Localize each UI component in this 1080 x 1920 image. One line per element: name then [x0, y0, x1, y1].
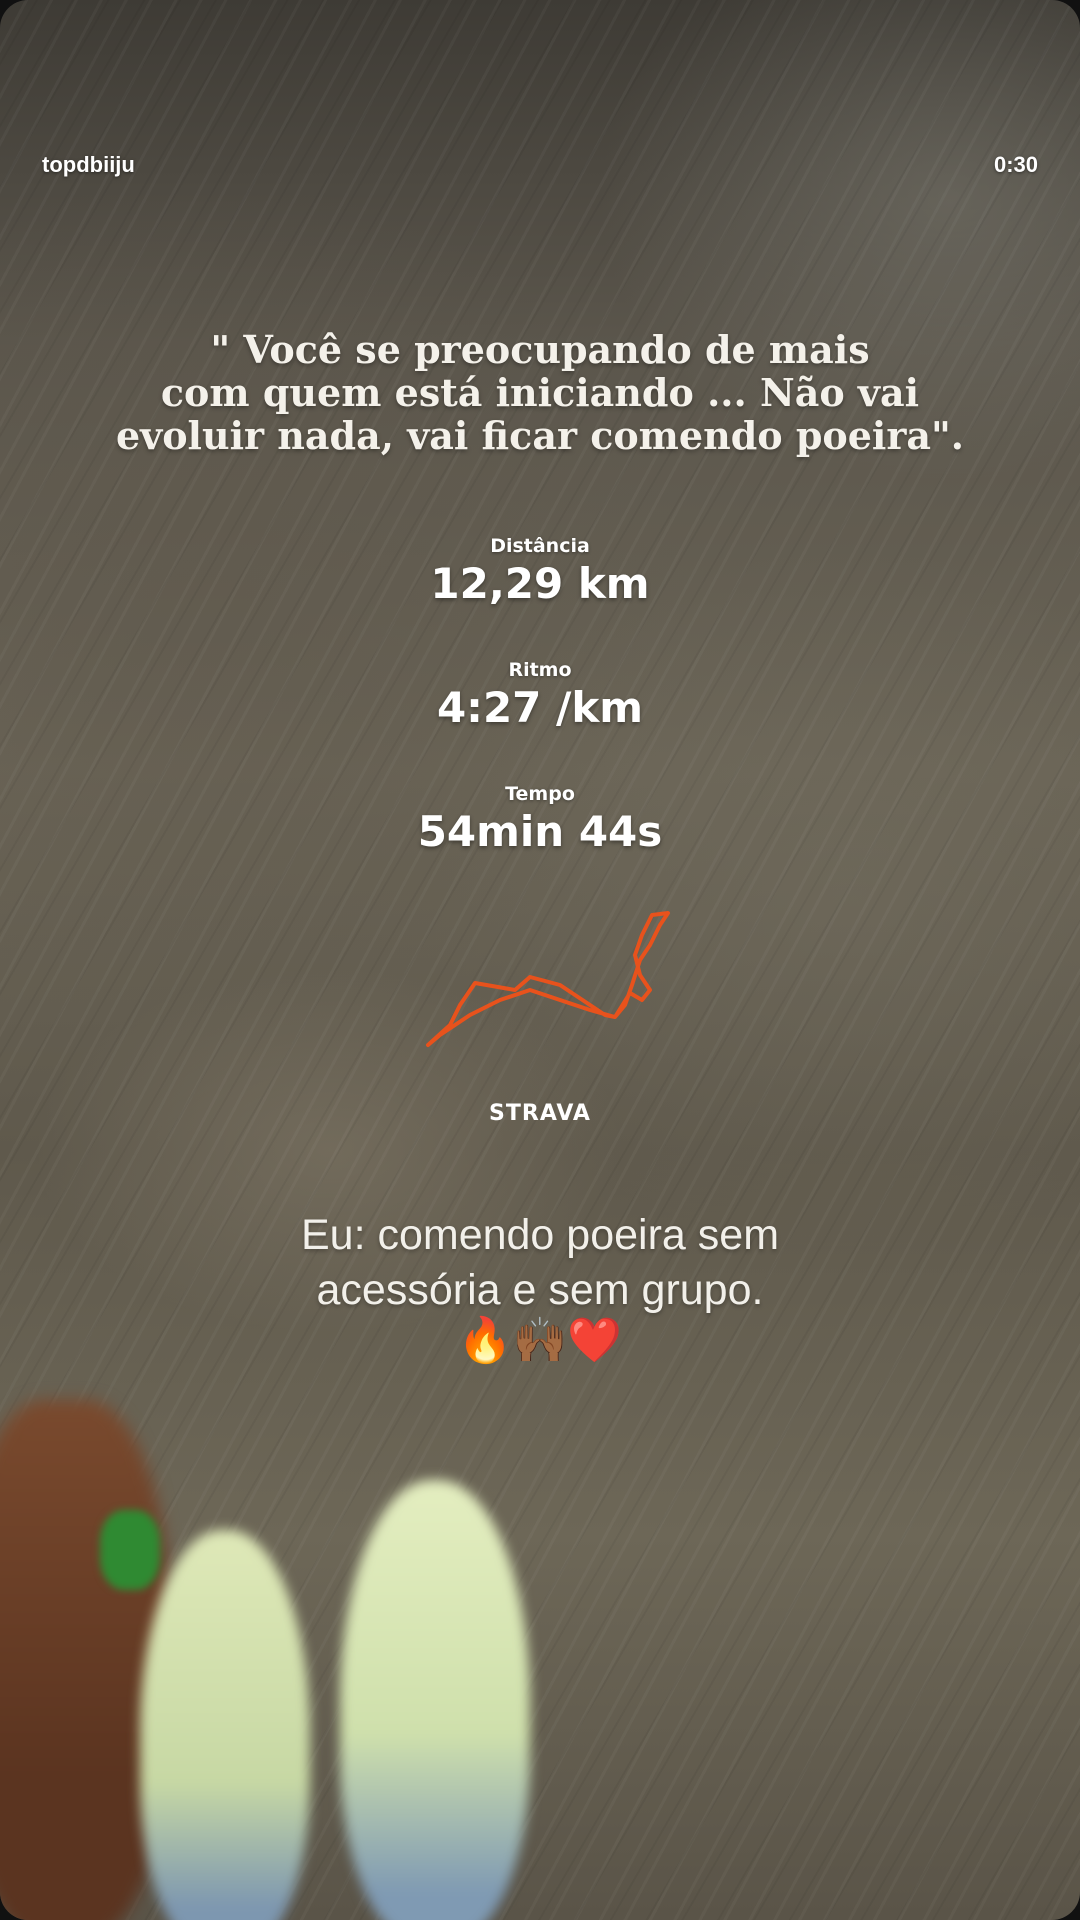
stat-value: 54min 44s [417, 807, 663, 856]
stat-distance: Distância 12,29 km [0, 533, 1080, 609]
stat-pace: Ritmo 4:27 /km [0, 657, 1080, 733]
quote-text: " Você se preocupando de mais com quem e… [60, 328, 1020, 457]
story-view[interactable]: topdbiiju 0:30 " Você se preocupando de … [0, 0, 1080, 1920]
quote-line: evoluir nada, vai ficar comendo poeira". [115, 413, 965, 458]
caption-line: acessória e sem grupo. [316, 1266, 764, 1314]
stat-label: Ritmo [508, 659, 572, 681]
strava-logo: STRAVA [489, 1101, 591, 1126]
shoe-accent [100, 1510, 160, 1590]
quote-line: " Você se preocupando de mais [210, 327, 870, 372]
stat-time: Tempo 54min 44s [0, 781, 1080, 857]
left-shoe [140, 1530, 310, 1920]
username[interactable]: topdbiiju [42, 152, 135, 178]
quote-line: com quem está iniciando ... Não vai [160, 370, 920, 415]
story-header: topdbiiju 0:30 [42, 152, 1038, 178]
route-map [426, 911, 670, 1047]
right-shoe [340, 1480, 530, 1920]
stat-label: Distância [490, 535, 590, 557]
stat-label: Tempo [505, 783, 575, 805]
emoji-row: 🔥🙌🏾❤️ [457, 1315, 623, 1366]
caption-line: Eu: comendo poeira sem [300, 1211, 780, 1259]
stat-value: 12,29 km [430, 559, 650, 608]
story-timestamp: 0:30 [993, 152, 1038, 177]
activity-stats: Distância 12,29 km Ritmo 4:27 /km Tempo … [0, 533, 1080, 905]
caption-text: Eu: comendo poeira sem acessória e sem g… [0, 1208, 1080, 1318]
stat-value: 4:27 /km [436, 683, 644, 732]
route-line [426, 911, 670, 1047]
